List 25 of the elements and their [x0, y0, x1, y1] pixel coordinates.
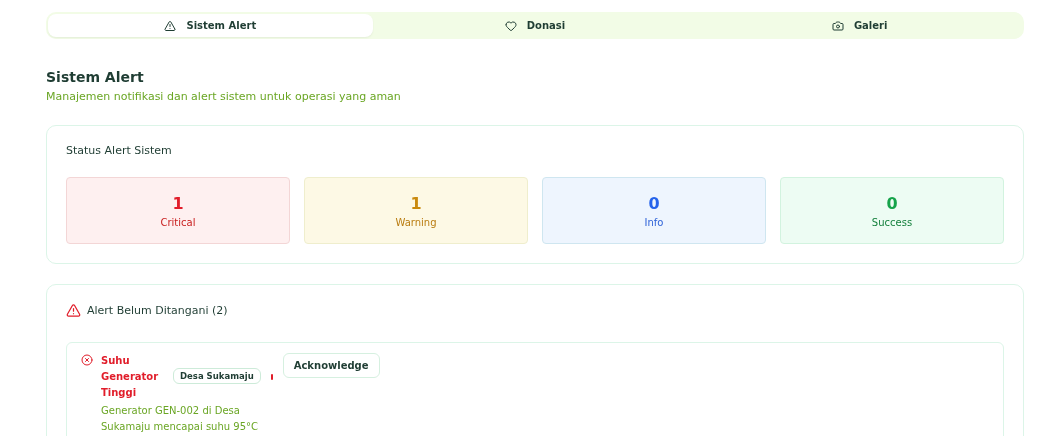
tab[interactable]: Sistem Alert: [48, 14, 373, 37]
stat-label: Success: [871, 216, 913, 228]
stat-count: 0: [886, 193, 898, 213]
stat-label: Warning: [395, 216, 437, 228]
stat-label: Critical: [160, 216, 196, 228]
tab[interactable]: Donasi: [372, 14, 698, 37]
warning-icon: [66, 303, 81, 318]
camera-icon: [831, 19, 844, 32]
stat-count: 1: [410, 193, 422, 213]
stat-count: 0: [648, 193, 660, 213]
stat-count: 1: [172, 193, 184, 213]
location-tag: Desa Sukamaju: [173, 368, 261, 384]
severity-mark-icon: [270, 374, 273, 380]
alert-description: Generator GEN-002 di Desa Sukamaju mencapai suhu 95°C: [101, 404, 259, 434]
heart-icon: [504, 19, 517, 32]
page-title: Sistem Alert: [46, 69, 145, 85]
tab[interactable]: Galeri: [697, 14, 1022, 37]
stat-label: Info: [644, 216, 664, 228]
error-icon: [81, 354, 93, 366]
card-title: Status Alert Sistem: [66, 144, 173, 157]
alert-title: Suhu Generator Tinggi: [101, 354, 160, 400]
acknowledge-button[interactable]: Acknowledge: [282, 353, 380, 378]
warning-icon: [164, 19, 177, 32]
page-subtitle: Manajemen notifikasi dan alert sistem untuk operasi yang aman: [46, 90, 402, 103]
card-title: Alert Belum Ditangani (2): [87, 304, 228, 317]
